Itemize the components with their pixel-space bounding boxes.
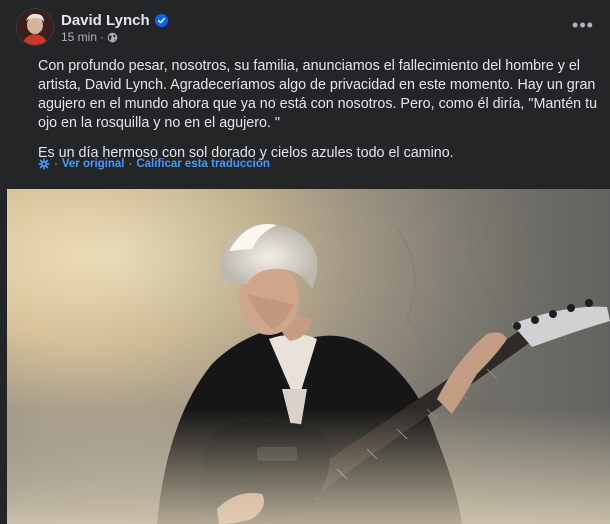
- more-options-button[interactable]: •••: [570, 12, 596, 38]
- author-avatar[interactable]: [17, 9, 53, 45]
- post-meta: 15 min ·: [61, 30, 118, 44]
- post-paragraph: Con profundo pesar, nosotros, su familia…: [38, 58, 598, 131]
- separator: ·: [128, 158, 133, 170]
- author-row: David Lynch: [61, 11, 168, 29]
- gear-icon: [38, 158, 50, 170]
- post-photo[interactable]: [7, 189, 610, 524]
- globe-icon[interactable]: [107, 32, 118, 43]
- rate-translation-link[interactable]: Calificar esta traducción: [136, 158, 270, 170]
- verified-badge-icon: [154, 13, 168, 27]
- author-name[interactable]: David Lynch: [61, 12, 150, 29]
- post-timestamp[interactable]: 15 min: [61, 30, 97, 44]
- facebook-post: David Lynch 15 min · ••• Con profundo pe…: [0, 0, 610, 524]
- more-horizontal-icon: •••: [572, 14, 594, 35]
- post-header: David Lynch 15 min · •••: [0, 0, 610, 48]
- see-original-link[interactable]: Ver original: [62, 158, 125, 170]
- translation-bar: · Ver original · Calificar esta traducci…: [38, 157, 270, 171]
